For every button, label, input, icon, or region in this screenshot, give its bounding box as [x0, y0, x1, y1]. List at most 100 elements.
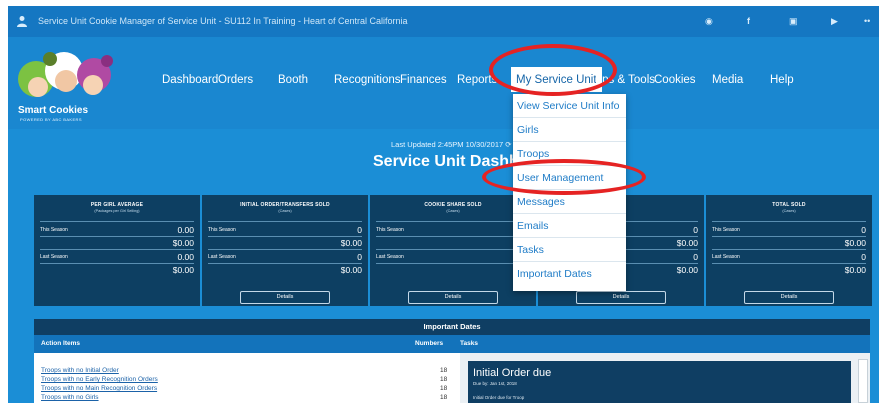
this-season-value: 0 — [693, 225, 698, 235]
divider — [208, 221, 362, 222]
divider — [376, 236, 530, 237]
logo-subtext: POWERED BY ABC BAKERS — [20, 117, 82, 122]
nav-tips-tools[interactable]: Tips & Tools — [593, 74, 655, 86]
last-season-label: Last Season — [40, 254, 68, 260]
card-initial-order: INITIAL ORDER/TRANSFERS SOLD (Cases) Thi… — [202, 195, 368, 306]
last-updated: Last Updated 2:45PM 10/30/2017 ⟳ — [391, 140, 512, 149]
refresh-icon[interactable]: ⟳ — [505, 140, 511, 149]
details-button[interactable]: Details — [240, 291, 330, 304]
nav-booth[interactable]: Booth — [278, 74, 308, 86]
menu-tasks[interactable]: Tasks — [513, 238, 626, 262]
details-button[interactable]: Details — [576, 291, 666, 304]
divider — [712, 236, 866, 237]
action-item-number: 18 — [440, 394, 448, 401]
divider — [376, 249, 530, 250]
this-season-amount: $0.00 — [676, 238, 698, 248]
last-season-amount: $0.00 — [340, 265, 362, 275]
divider — [40, 221, 194, 222]
this-season-value: 0.00 — [177, 225, 194, 235]
facebook-icon[interactable]: f — [747, 16, 750, 26]
card-title: TOTAL SOLD — [772, 202, 806, 208]
nav-media[interactable]: Media — [712, 74, 743, 86]
details-button[interactable]: Details — [744, 291, 834, 304]
user-icon[interactable] — [16, 15, 28, 27]
divider — [208, 249, 362, 250]
action-item-number: 18 — [440, 376, 448, 383]
menu-messages[interactable]: Messages — [513, 190, 626, 214]
nav-help[interactable]: Help — [770, 74, 794, 86]
tasks-scrollbar[interactable] — [858, 359, 868, 403]
col-action-items: Action Items — [41, 340, 81, 347]
menu-emails[interactable]: Emails — [513, 214, 626, 238]
instagram-icon[interactable]: ▣ — [789, 16, 798, 27]
logo-text: Smart Cookies — [18, 105, 89, 116]
card-subtitle: (Cases) — [782, 209, 796, 213]
this-season-label: This Season — [40, 227, 68, 233]
divider — [712, 221, 866, 222]
this-season-amount: $0.00 — [172, 238, 194, 248]
last-season-amount: $0.00 — [676, 265, 698, 275]
nav-reports[interactable]: Reports — [457, 74, 497, 86]
this-season-amount: $0.00 — [340, 238, 362, 248]
main-header: Smart Cookies POWERED BY ABC BAKERS Dash… — [8, 37, 879, 129]
last-season-label: Last Season — [208, 254, 236, 260]
info-icon[interactable]: ◉ — [705, 16, 713, 27]
details-button[interactable]: Details — [408, 291, 498, 304]
card-subtitle: (Cases) — [446, 209, 460, 213]
divider — [712, 249, 866, 250]
card-title: COOKIE SHARE SOLD — [424, 202, 482, 208]
nav-orders[interactable]: Orders — [218, 74, 253, 86]
tasks-panel: Initial Order due Due by: Jan 1st, 2018 … — [460, 353, 870, 403]
last-season-label: Last Season — [712, 254, 740, 260]
divider — [208, 263, 362, 264]
more-icon[interactable]: •• — [864, 16, 870, 26]
divider — [208, 236, 362, 237]
last-season-value: 0 — [693, 252, 698, 262]
action-item-link[interactable]: Troops with no Initial Order — [41, 367, 119, 374]
last-season-amount: $0.00 — [844, 265, 866, 275]
card-cookie-share: COOKIE SHARE SOLD (Cases) This Season $0… — [370, 195, 536, 306]
task-description: Initial Order due for Troop — [473, 395, 525, 400]
divider — [40, 263, 194, 264]
menu-important-dates[interactable]: Important Dates — [513, 262, 626, 286]
last-season-value: 0 — [357, 252, 362, 262]
nav-recognitions[interactable]: Recognitions — [334, 74, 400, 86]
nav-my-service-unit[interactable]: My Service Unit — [511, 67, 602, 92]
divider — [376, 263, 530, 264]
task-card[interactable]: Initial Order due Due by: Jan 1st, 2018 … — [468, 361, 851, 403]
important-dates-header: Action Items Numbers Tasks — [34, 335, 870, 353]
menu-girls[interactable]: Girls — [513, 118, 626, 142]
card-title: PER GIRL AVERAGE — [90, 202, 144, 208]
divider — [40, 236, 194, 237]
this-season-label: This Season — [208, 227, 236, 233]
app-window: Service Unit Cookie Manager of Service U… — [8, 6, 879, 403]
menu-troops[interactable]: Troops — [513, 142, 626, 166]
card-subtitle: (Cases) — [278, 209, 292, 213]
card-title: INITIAL ORDER/TRANSFERS SOLD — [240, 202, 330, 208]
card-per-girl-average: PER GIRL AVERAGE (Packages per Girl Sell… — [34, 195, 200, 306]
menu-user-management[interactable]: User Management — [513, 166, 626, 190]
task-title: Initial Order due — [473, 367, 552, 379]
card-subtitle: (Packages per Girl Selling) — [94, 209, 140, 213]
nav-cookies[interactable]: Cookies — [654, 74, 696, 86]
menu-view-service-unit-info[interactable]: View Service Unit Info — [513, 94, 626, 118]
my-service-unit-menu: View Service Unit Info Girls Troops User… — [513, 94, 626, 291]
this-season-amount: $0.00 — [844, 238, 866, 248]
this-season-label: This Season — [376, 227, 404, 233]
action-item-link[interactable]: Troops with no Main Recognition Orders — [41, 385, 157, 392]
action-item-number: 18 — [440, 367, 448, 374]
video-icon[interactable]: ▶ — [831, 16, 838, 27]
nav-dashboard[interactable]: Dashboard — [162, 74, 218, 86]
important-dates-panel: Important Dates Action Items Numbers Tas… — [34, 319, 870, 403]
divider — [376, 221, 530, 222]
action-item-link[interactable]: Troops with no Early Recognition Orders — [41, 376, 158, 383]
divider — [712, 263, 866, 264]
account-title: Service Unit Cookie Manager of Service U… — [38, 16, 408, 26]
nav-finances[interactable]: Finances — [400, 74, 447, 86]
top-bar: Service Unit Cookie Manager of Service U… — [8, 6, 879, 37]
important-dates-title: Important Dates — [34, 319, 870, 335]
this-season-label: This Season — [712, 227, 740, 233]
col-numbers: Numbers — [415, 340, 444, 347]
action-item-link[interactable]: Troops with no Girls — [41, 394, 99, 401]
this-season-value: 0 — [861, 225, 866, 235]
